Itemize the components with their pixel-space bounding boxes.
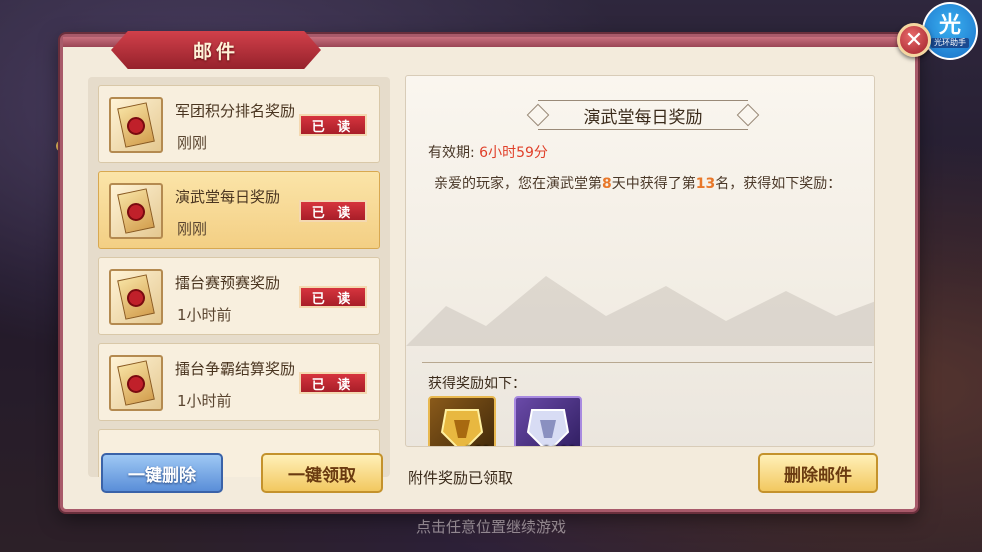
- gold-crest-icon: [440, 409, 484, 446]
- reward-count: x1600: [535, 445, 576, 446]
- mountain-backdrop: [406, 276, 874, 346]
- mail-item-title: 演武堂每日奖励: [175, 188, 281, 206]
- mail-subject-banner: 演武堂每日奖励: [538, 100, 748, 130]
- mail-item-title: 军团积分排名奖励: [175, 102, 296, 120]
- validity-row: 有效期: 6小时59分: [428, 142, 548, 162]
- delete-mail-button[interactable]: 删除邮件: [758, 453, 878, 493]
- mail-item-time: 1小时前: [177, 392, 232, 410]
- mail-body-part2: 天中获得了第: [611, 176, 696, 192]
- read-status-badge: 已 读: [299, 286, 367, 308]
- continue-hint: 点击任意位置继续游戏: [415, 518, 566, 536]
- read-status-badge: 已 读: [299, 200, 367, 222]
- mail-item-title: 擂台争霸结算奖励: [175, 360, 296, 378]
- mail-detail-panel: 演武堂每日奖励 有效期: 6小时59分 亲爱的玩家，您在演武堂第8天中获得了第1…: [405, 75, 875, 447]
- mail-body: 亲爱的玩家，您在演武堂第8天中获得了第13名，获得如下奖励：: [428, 170, 858, 198]
- reward-item-silver[interactable]: x1600: [514, 396, 582, 446]
- mail-list[interactable]: 军团积分排名奖励 刚刚 已 读 演武堂每日奖励 刚刚 已 读 擂台赛预赛奖励 1…: [88, 77, 390, 477]
- reward-item-gold[interactable]: x160: [428, 396, 496, 446]
- dialog-title: 邮件: [111, 31, 321, 69]
- mail-body-day: 8: [602, 176, 612, 192]
- mail-list-item-selected[interactable]: 演武堂每日奖励 刚刚 已 读: [98, 171, 380, 249]
- claimed-status-text: 附件奖励已领取: [408, 469, 514, 487]
- silver-crest-icon: [526, 409, 570, 446]
- read-status-badge: 已 读: [299, 372, 367, 394]
- mail-body-rank: 13: [695, 176, 716, 192]
- mail-body-part3: 名，获得如下奖励：: [715, 176, 842, 192]
- close-button[interactable]: ✕: [897, 23, 931, 57]
- mail-item-time: 1小时前: [177, 306, 232, 324]
- delete-all-button[interactable]: 一键删除: [101, 453, 223, 493]
- mail-list-item[interactable]: 军团积分排名奖励 刚刚 已 读: [98, 85, 380, 163]
- reward-count: x160: [457, 445, 490, 446]
- mail-item-time: 刚刚: [177, 220, 208, 238]
- rewards-label: 获得奖励如下：: [428, 376, 526, 392]
- claim-all-button[interactable]: 一键领取: [261, 453, 383, 493]
- mail-envelope-icon: [109, 269, 163, 325]
- mail-item-time: 刚刚: [177, 134, 208, 152]
- mail-list-item[interactable]: 擂台赛预赛奖励 1小时前 已 读: [98, 257, 380, 335]
- mail-envelope-icon: [109, 355, 163, 411]
- detail-divider: [422, 362, 872, 363]
- brand-logo-small: 光环助手: [931, 38, 969, 48]
- read-status-badge: 已 读: [299, 114, 367, 136]
- mail-envelope-icon: [109, 183, 163, 239]
- mail-body-part1: 亲爱的玩家，您在演武堂第: [434, 176, 602, 192]
- mail-subject: 演武堂每日奖励: [583, 107, 703, 128]
- brand-logo[interactable]: 光 光环助手: [922, 2, 978, 60]
- brand-logo-big: 光: [938, 13, 961, 38]
- mail-item-title: 擂台赛预赛奖励: [175, 274, 281, 292]
- validity-label: 有效期:: [428, 145, 475, 161]
- validity-value: 6小时59分: [479, 145, 548, 161]
- mail-list-item[interactable]: 擂台争霸结算奖励 1小时前 已 读: [98, 343, 380, 421]
- mail-envelope-icon: [109, 97, 163, 153]
- mail-dialog: 邮件 ✕ 军团积分排名奖励 刚刚 已 读 演武堂每日奖励 刚刚 已 读 擂台赛预…: [60, 23, 931, 512]
